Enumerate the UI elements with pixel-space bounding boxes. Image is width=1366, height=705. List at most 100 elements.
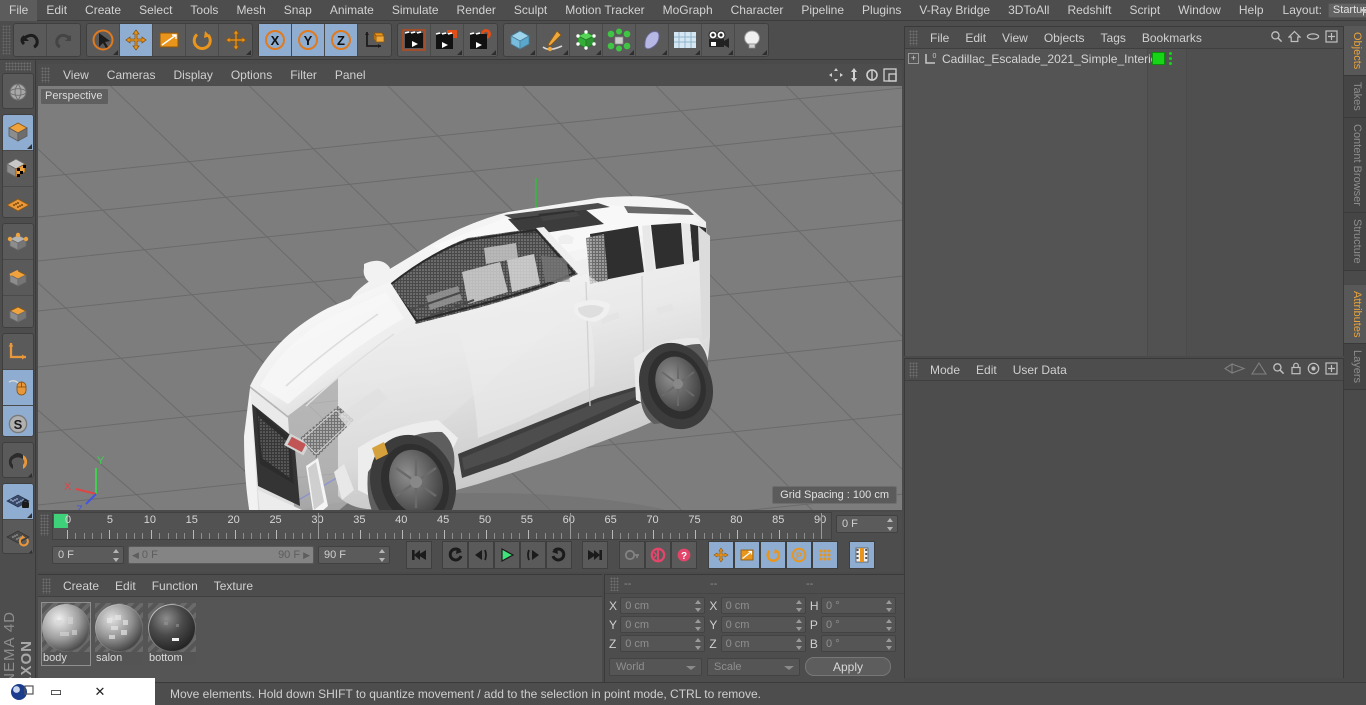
coordinate-mode-dropdown[interactable]: Scale [707, 657, 800, 676]
menu-item-file[interactable]: File [0, 0, 38, 21]
menu-item-window[interactable]: Window [1169, 0, 1230, 21]
next-key-button[interactable] [546, 541, 572, 569]
end-frame-field[interactable]: 90 F [318, 546, 390, 564]
object-manager-body[interactable]: + 0 Cadillac_Escalade_2021_Simple_Interi… [905, 49, 1343, 356]
coord-size-z-field[interactable]: 0 cm [720, 635, 806, 652]
viewport-menu-view[interactable]: View [54, 68, 98, 82]
menu-item-character[interactable]: Character [722, 0, 793, 21]
stepper-icon[interactable] [795, 638, 803, 650]
apply-button[interactable]: Apply [805, 657, 891, 676]
tab-takes[interactable]: Takes [1344, 76, 1366, 119]
edge-mode-button[interactable] [2, 260, 33, 297]
timeline-ruler[interactable]: 051015202530354045505560657075808590 [52, 512, 832, 540]
add-scene-object-button[interactable] [669, 24, 702, 56]
lock-icon[interactable] [1290, 362, 1302, 378]
menu-item-mesh[interactable]: Mesh [227, 0, 274, 21]
timeline-filter-button[interactable] [849, 541, 875, 569]
menu-item-script[interactable]: Script [1120, 0, 1169, 21]
menu-item-select[interactable]: Select [130, 0, 181, 21]
go-to-start-button[interactable] [406, 541, 432, 569]
enable-snapping-button[interactable]: S [2, 405, 33, 437]
menu-item-vray-bridge[interactable]: V-Ray Bridge [910, 0, 999, 21]
menu-item-simulate[interactable]: Simulate [383, 0, 448, 21]
preview-range-bar[interactable]: ◀ 0 F 90 F ▶ [128, 546, 314, 564]
polygon-mode-button[interactable] [3, 296, 33, 326]
pla-key-button[interactable]: P [786, 541, 812, 569]
add-spline-button[interactable] [537, 24, 570, 56]
menu-item-tools[interactable]: Tools [181, 0, 227, 21]
plus-box-icon[interactable] [1325, 29, 1338, 46]
attrmgr-menu-user-data[interactable]: User Data [1005, 363, 1075, 377]
material-item-bottom[interactable]: bottom [148, 603, 196, 665]
maximize-icon[interactable] [882, 68, 897, 83]
viewport-3d[interactable]: Y X Z Perspective Grid Spacing : 100 cm [38, 86, 902, 510]
dolly-icon[interactable] [846, 68, 861, 83]
material-list[interactable]: body salon bottom [38, 597, 602, 682]
material-item-salon[interactable]: salon [95, 603, 143, 665]
world-object-axis[interactable] [358, 24, 391, 56]
menu-item-edit[interactable]: Edit [37, 0, 76, 21]
rotate-tool[interactable] [186, 24, 219, 56]
position-key-button[interactable] [708, 541, 734, 569]
rotation-key-button[interactable] [760, 541, 786, 569]
range-left-arrow-icon[interactable]: ◀ [132, 550, 139, 561]
keyframe-selection-button[interactable]: ? [671, 541, 697, 569]
tab-layers[interactable]: Layers [1344, 344, 1366, 391]
plus-box-icon[interactable] [1325, 361, 1338, 378]
window-close-button[interactable]: ✕ [78, 678, 122, 705]
menu-item-3dtoall[interactable]: 3DToAll [999, 0, 1058, 21]
stepper-icon[interactable] [379, 549, 386, 562]
coord-pos-z-field[interactable]: 0 cm [620, 635, 706, 652]
objmgr-menu-tags[interactable]: Tags [1093, 31, 1134, 45]
menu-item-help[interactable]: Help [1230, 0, 1273, 21]
coord-pos-y-field[interactable]: 0 cm [620, 616, 706, 633]
add-generator-button[interactable] [570, 24, 603, 56]
viewport-menu-options[interactable]: Options [222, 68, 281, 82]
planar-workplane-button[interactable] [3, 520, 33, 553]
render-to-picture-viewer-button[interactable] [431, 24, 464, 56]
ellipse-icon[interactable] [1306, 30, 1320, 46]
play-button[interactable] [494, 541, 520, 569]
stepper-icon[interactable] [886, 619, 893, 631]
undo-view-button[interactable] [3, 74, 33, 108]
lock-workplane-button[interactable] [2, 484, 33, 521]
timeline-grip[interactable] [40, 514, 49, 536]
rotate-icon[interactable] [864, 68, 879, 83]
free-move-tool[interactable] [219, 24, 252, 56]
scale-tool[interactable] [153, 24, 186, 56]
layout-dropdown[interactable]: Startup [1327, 2, 1366, 18]
matmgr-menu-function[interactable]: Function [144, 579, 206, 593]
coord-rot-b-field[interactable]: 0 ° [821, 635, 897, 652]
enable-axis-button[interactable] [3, 187, 33, 217]
tab-objects[interactable]: Objects [1344, 26, 1366, 77]
coord-size-y-field[interactable]: 0 cm [720, 616, 806, 633]
material-item-body[interactable]: body [41, 602, 91, 666]
record-active-objects-button[interactable] [619, 541, 645, 569]
stepper-icon[interactable] [695, 638, 702, 650]
coord-rot-p-field[interactable]: 0 ° [821, 616, 897, 633]
add-deformer-button[interactable] [636, 24, 669, 56]
stepper-icon[interactable] [887, 518, 894, 531]
menu-item-pipeline[interactable]: Pipeline [792, 0, 853, 21]
search-icon[interactable] [1272, 362, 1285, 378]
render-view-button[interactable] [398, 24, 431, 56]
nav-right-icon[interactable] [1250, 361, 1268, 378]
stepper-icon[interactable] [886, 600, 893, 612]
menu-item-motion-tracker[interactable]: Motion Tracker [556, 0, 653, 21]
material-manager-grip[interactable] [42, 577, 51, 594]
stepper-icon[interactable] [795, 600, 803, 612]
coordinate-system-dropdown[interactable]: World [609, 657, 702, 676]
coordinates-grip[interactable] [610, 577, 619, 591]
search-icon[interactable] [1270, 30, 1283, 46]
stepper-icon[interactable] [886, 638, 893, 650]
objmgr-menu-edit[interactable]: Edit [957, 31, 994, 45]
target-icon[interactable] [1307, 362, 1320, 378]
stepper-icon[interactable] [795, 619, 803, 631]
redo-button[interactable] [47, 24, 80, 56]
viewport-solo-button[interactable] [2, 369, 33, 406]
lock-z-axis[interactable]: Z [325, 24, 358, 56]
menu-item-create[interactable]: Create [76, 0, 130, 21]
magnet-tool-button[interactable] [3, 443, 33, 478]
menu-item-mograph[interactable]: MoGraph [654, 0, 722, 21]
tab-content-browser[interactable]: Content Browser [1344, 118, 1366, 213]
